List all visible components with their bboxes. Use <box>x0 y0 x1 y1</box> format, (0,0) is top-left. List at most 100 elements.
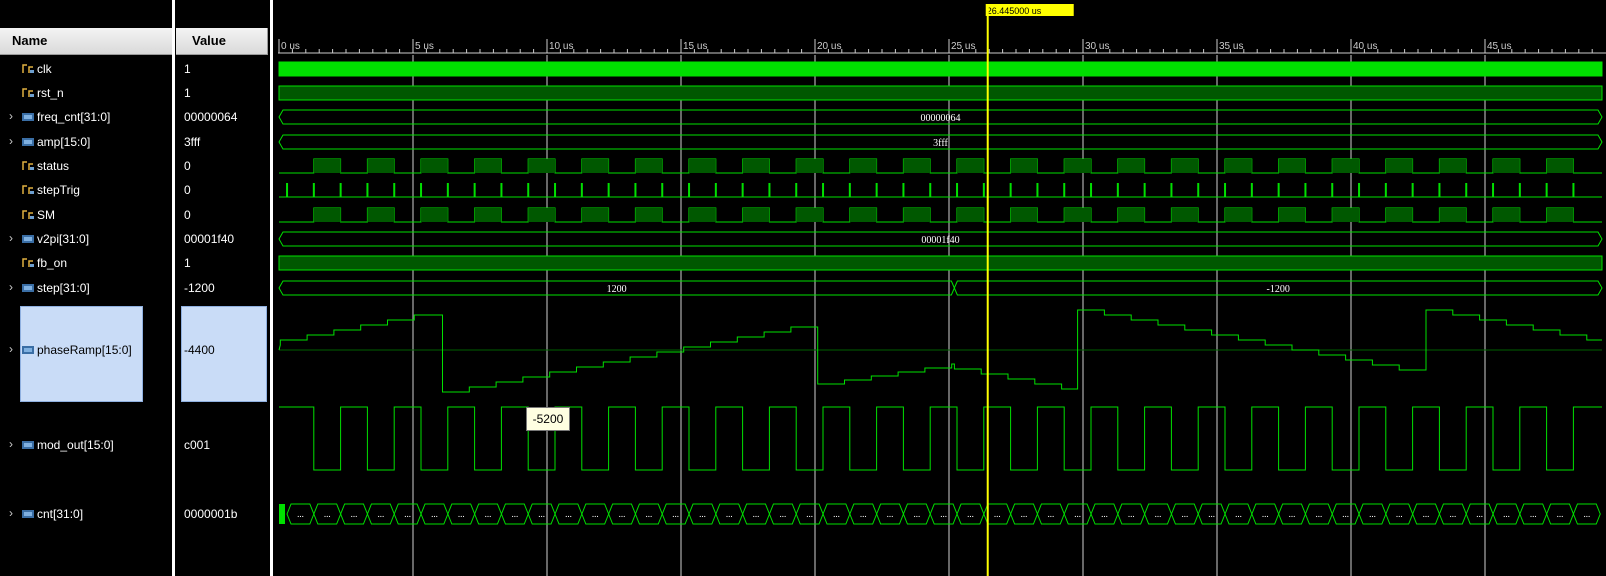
bus-segment-label: ... <box>1557 509 1564 519</box>
signal-row[interactable]: › cnt[31:0] 0000001b <box>0 506 268 522</box>
digital-high-fill <box>1385 208 1413 222</box>
signal-row[interactable]: › freq_cnt[31:0] 00000064 <box>0 109 268 125</box>
ruler-tick-label: 15 us <box>683 41 707 52</box>
digital-high-fill <box>903 208 931 222</box>
digital-high-fill <box>474 208 502 222</box>
expand-chevron-icon[interactable]: › <box>6 109 16 123</box>
signal-value: 1 <box>184 86 191 100</box>
signal-row[interactable]: SM 0 <box>0 207 268 223</box>
expand-chevron-icon[interactable]: › <box>6 506 16 520</box>
digital-high-fill <box>1171 208 1199 222</box>
digital-high-fill <box>367 208 395 222</box>
bus-signal-icon <box>22 284 34 292</box>
signal-name: freq_cnt[31:0] <box>37 110 111 124</box>
signal-value: c001 <box>184 438 211 452</box>
bus-segment-label: ... <box>619 509 626 519</box>
signal-row[interactable]: › phaseRamp[15:0] -4400 <box>0 342 268 358</box>
expand-chevron-icon[interactable]: › <box>6 134 16 148</box>
signal-name: stepTrig <box>37 183 80 197</box>
digital-high-fill <box>1546 159 1574 173</box>
bus-signal-icon <box>22 138 34 146</box>
bus-value-label: 1200 <box>607 284 627 295</box>
value-column-header[interactable]: Value <box>176 28 268 55</box>
bus-segment-label: ... <box>1315 509 1322 519</box>
ruler-tick-label: 0 us <box>281 41 300 52</box>
signal-value: 00001f40 <box>184 232 235 246</box>
signal-name: phaseRamp[15:0] <box>37 343 132 357</box>
bus-segment-label: ... <box>1503 509 1510 519</box>
signal-row[interactable]: › amp[15:0] 3fff <box>0 134 268 150</box>
bus-segment-label: ... <box>860 509 867 519</box>
signal-value: 0 <box>184 159 191 173</box>
digital-high-fill <box>1332 208 1360 222</box>
digital-high-fill <box>1439 208 1467 222</box>
digital-high-fill <box>957 159 984 173</box>
panel-splitter[interactable] <box>270 0 273 576</box>
signal-name: cnt[31:0] <box>37 507 84 521</box>
digital-high-fill <box>581 208 609 222</box>
signal-name: mod_out[15:0] <box>37 438 114 452</box>
bus-segment-label: ... <box>1369 509 1376 519</box>
signal-row[interactable]: fb_on 1 <box>0 255 268 271</box>
signal-value: 0 <box>184 208 191 222</box>
signal-row[interactable]: stepTrig 0 <box>0 182 268 198</box>
digital-high-fill <box>1064 159 1092 173</box>
bus-segment-label: ... <box>351 509 358 519</box>
bus-segment-label: ... <box>1181 509 1188 519</box>
digital-high-fill <box>421 159 448 173</box>
digital-high-fill <box>849 159 877 173</box>
bus-segment-label: ... <box>779 509 786 519</box>
bus-segment-label: ... <box>1476 509 1483 519</box>
bus-segment-label: ... <box>1047 509 1054 519</box>
bus-segment-label: ... <box>994 509 1001 519</box>
signal-row[interactable]: › step[31:0] -1200 <box>0 280 268 296</box>
bus-segment-label: ... <box>485 509 492 519</box>
signal-name: SM <box>37 208 55 222</box>
digital-high-fill <box>278 255 1603 271</box>
digital-high-fill <box>474 159 502 173</box>
expand-chevron-icon[interactable]: › <box>6 342 16 356</box>
signal-row[interactable]: rst_n 1 <box>0 85 268 101</box>
bus-segment-label: ... <box>1289 509 1296 519</box>
digital-high-fill <box>278 85 1603 101</box>
bus-segment-label: ... <box>1583 509 1590 519</box>
bus-segment-label: ... <box>1155 509 1162 519</box>
waveform-area[interactable]: 26.445000 us 0 us 5 us 10 us 15 us 20 us 25 us… <box>278 0 1606 576</box>
signal-name: rst_n <box>37 86 64 100</box>
signal-row[interactable]: › v2pi[31:0] 00001f40 <box>0 231 268 247</box>
bus-value-label: 3fff <box>933 138 948 149</box>
signal-value: -4400 <box>184 343 215 357</box>
digital-high-fill <box>1117 208 1145 222</box>
wire-signal-icon <box>22 161 34 170</box>
expand-chevron-icon[interactable]: › <box>6 280 16 294</box>
digital-high-fill <box>1117 159 1145 173</box>
ruler-tick-label: 30 us <box>1085 41 1109 52</box>
bus-segment-label: ... <box>1128 509 1135 519</box>
name-column-header[interactable]: Name <box>0 28 174 55</box>
digital-high-fill <box>1546 208 1574 222</box>
bus-value-label: 00001f40 <box>921 235 959 246</box>
signal-row[interactable]: › mod_out[15:0] c001 <box>0 437 268 453</box>
bus-signal-icon <box>22 510 34 518</box>
wire-signal-icon <box>22 88 34 97</box>
digital-high-fill <box>313 159 341 173</box>
bus-segment-label: ... <box>1208 509 1215 519</box>
wire-signal-icon <box>22 64 34 73</box>
bus-segment-label: ... <box>592 509 599 519</box>
bus-segment-label: ... <box>806 509 813 519</box>
signal-name: status <box>37 159 70 173</box>
digital-high-fill <box>1064 208 1092 222</box>
expand-chevron-icon[interactable]: › <box>6 231 16 245</box>
signal-row[interactable]: status 0 <box>0 158 268 174</box>
bus-segment-label: ... <box>1101 509 1108 519</box>
digital-high-fill <box>278 61 1603 77</box>
signal-name: step[31:0] <box>37 281 90 295</box>
digital-high-fill <box>1225 208 1252 222</box>
signal-name-panel: Name Value clk 1 rst_n 1 › freq_cnt[31:0] 0000… <box>0 0 272 576</box>
column-divider[interactable] <box>172 0 175 576</box>
bus-segment-label: ... <box>458 509 465 519</box>
expand-chevron-icon[interactable]: › <box>6 437 16 451</box>
bus-segment-label: ... <box>538 509 545 519</box>
signal-row[interactable]: clk 1 <box>0 61 268 77</box>
digital-high-fill <box>1225 159 1252 173</box>
